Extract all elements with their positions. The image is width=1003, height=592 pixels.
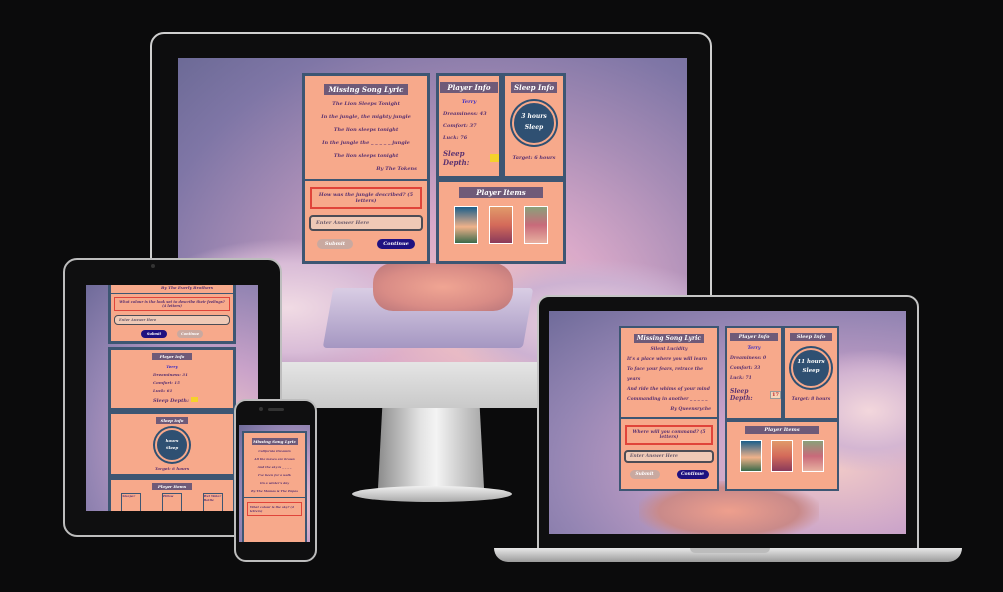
sleep-info-panel: Sleep Info 3 hours Sleep Target: 6 hours xyxy=(502,73,566,179)
phone-title: Missing Song Lyric xyxy=(251,438,298,445)
laptop-submit-button[interactable]: Submit xyxy=(629,470,660,479)
laptop-lyric-title: Missing Song Lyric xyxy=(634,334,704,343)
laptop-sleep-label: Sleep xyxy=(802,368,820,374)
laptop-sleep-hours: 11 hours xyxy=(797,359,825,365)
tablet-item[interactable]: Sleeper xyxy=(121,493,142,511)
sleep-depth-value xyxy=(490,154,499,162)
player-items-title: Player Items xyxy=(459,187,543,198)
lyric-panel-title: Missing Song Lyric xyxy=(324,84,408,95)
luck-stat: Luck: 76 xyxy=(443,135,468,141)
laptop-player-items-panel: Player Items xyxy=(725,420,839,491)
laptop-question-box: Where will you command? (5 letters) xyxy=(625,425,713,445)
laptop-sleep-depth-label: Sleep Depth: xyxy=(730,388,753,402)
dreaminess-stat: Dreaminess: 43 xyxy=(443,111,487,117)
player-items-panel: Player Items xyxy=(436,179,566,264)
tablet-player-name: Terry xyxy=(166,364,178,369)
phone-lyric: On a winter's day xyxy=(259,481,290,485)
tablet-target: Target: 6 hours xyxy=(154,466,190,471)
tablet-sleep-hours: hours xyxy=(165,438,179,443)
laptop-lyric-panel: Missing Song Lyric Silent Lucidity It's … xyxy=(619,326,719,491)
laptop-item-image[interactable] xyxy=(802,440,825,472)
laptop-comfort: Comfort: 33 xyxy=(730,366,761,371)
tablet-player-title: Player Info xyxy=(152,353,192,360)
phone-lyric: And the sky is _ _ _ _ xyxy=(257,465,292,469)
laptop-sleep-clock: 11 hours Sleep xyxy=(791,348,831,388)
laptop-player-info-panel: Player Info Terry Dreaminess: 0 Comfort:… xyxy=(725,326,783,420)
sleep-target: Target: 6 hours xyxy=(512,155,556,161)
tablet-item[interactable]: Wet Water Bottle xyxy=(202,493,223,511)
laptop-lyric-line: To face your fears, retrace the years xyxy=(627,367,703,382)
sleep-depth-label: Sleep Depth: xyxy=(443,149,470,167)
tablet-continue-button[interactable]: Continue xyxy=(177,330,203,338)
player-info-title: Player Info xyxy=(440,82,498,93)
laptop-sleep-target: Target: 8 hours xyxy=(791,397,831,402)
comfort-stat: Comfort: 37 xyxy=(443,123,477,129)
laptop-screen: Missing Song Lyric Silent Lucidity It's … xyxy=(549,311,906,534)
tablet-items-title: Player Items xyxy=(152,483,192,490)
phone-lyric: I've been for a walk xyxy=(258,473,291,477)
lyric-panel: Missing Song Lyric The Lion Sleeps Tonig… xyxy=(302,73,430,264)
laptop-player-name: Terry xyxy=(747,346,761,351)
lyric-line: In the jungle the _ _ _ _ _ jungle xyxy=(322,140,410,146)
laptop-lyric-line: And ride the whims of your mind xyxy=(627,387,710,392)
laptop-item-image[interactable] xyxy=(739,440,762,472)
question-box: How was the jungle described? (5 letters… xyxy=(310,187,422,209)
song-artist: By The Tokens xyxy=(376,166,417,172)
phone-lyric: All the leaves are brown xyxy=(254,457,295,461)
tablet-dreaminess: Dreaminess: 31 xyxy=(153,372,188,377)
tablet-question: What colour is the look set to describe … xyxy=(114,297,230,311)
laptop-sleep-depth-value: 17 xyxy=(770,391,781,399)
laptop-item-image[interactable] xyxy=(770,440,793,472)
laptop-player-info-title: Player Info xyxy=(730,333,778,341)
tablet-comfort: Comfort: 15 xyxy=(153,380,180,385)
laptop-song-title: Silent Lucidity xyxy=(650,347,688,352)
tablet-luck: Luck: 61 xyxy=(153,388,173,393)
laptop-answer-input[interactable]: Enter Answer Here xyxy=(624,450,714,463)
phone-question: What colour is the sky? (4 letters) xyxy=(247,502,302,516)
lyric-line: The lion sleeps tonight xyxy=(333,127,399,133)
laptop-lyric-line: It's a place where you will learn xyxy=(627,357,708,362)
phone-artist: By The Mamas & The Papas xyxy=(251,489,298,493)
laptop-sleep-info-title: Sleep Info xyxy=(790,333,832,341)
tablet-answer-input[interactable]: Enter Answer Here xyxy=(114,315,230,325)
player-info-panel: Player Info Terry Dreaminess: 43 Comfort… xyxy=(436,73,502,179)
tablet-sleep-depth: Sleep Depth: xyxy=(153,398,189,404)
sleep-clock: 3 hours Sleep xyxy=(512,101,556,145)
phone-screen: Missing Song Lyric California Dreamin Al… xyxy=(239,425,310,542)
tablet-sleep-clock: hours Sleep xyxy=(155,428,189,462)
lyric-line: The lion sleeps tonight xyxy=(333,153,399,159)
phone-song: California Dreamin xyxy=(258,449,291,453)
laptop-song-artist: By Queensryche xyxy=(670,407,711,412)
item-image[interactable] xyxy=(523,206,548,244)
sleep-info-title: Sleep Info xyxy=(511,82,557,93)
tablet-screen: By The Everly Brothers What colour is th… xyxy=(86,285,258,511)
item-image[interactable] xyxy=(488,206,513,244)
tablet-sleep-title: Sleep Info xyxy=(156,417,188,424)
sleep-hours: 3 hours xyxy=(521,113,547,120)
item-image[interactable] xyxy=(454,206,479,244)
tablet-sleep-label: Sleep xyxy=(165,445,179,450)
tablet-submit-button[interactable]: Submit xyxy=(141,330,167,338)
player-name: Terry xyxy=(461,99,477,105)
laptop-lyric-line: Commanding in another _ _ _ _ _ xyxy=(627,397,708,402)
answer-input[interactable]: Enter Answer Here xyxy=(309,215,423,231)
sleep-label: Sleep xyxy=(524,124,544,131)
continue-button[interactable]: Continue xyxy=(377,239,415,249)
laptop-continue-button[interactable]: Continue xyxy=(676,470,709,479)
tablet-artist: By The Everly Brothers xyxy=(161,285,213,290)
lyric-line: In the jungle, the mighty jungle xyxy=(321,114,411,120)
laptop-player-items-title: Player Items xyxy=(745,426,819,434)
tablet-item[interactable]: Pillow xyxy=(161,493,182,511)
submit-button[interactable]: Submit xyxy=(317,239,353,249)
laptop-sleep-info-panel: Sleep Info 11 hours Sleep Target: 8 hour… xyxy=(783,326,839,420)
song-title: The Lion Sleeps Tonight xyxy=(332,101,400,107)
laptop-luck: Luck: 71 xyxy=(730,376,752,381)
laptop-dreaminess: Dreaminess: 0 xyxy=(730,356,767,361)
